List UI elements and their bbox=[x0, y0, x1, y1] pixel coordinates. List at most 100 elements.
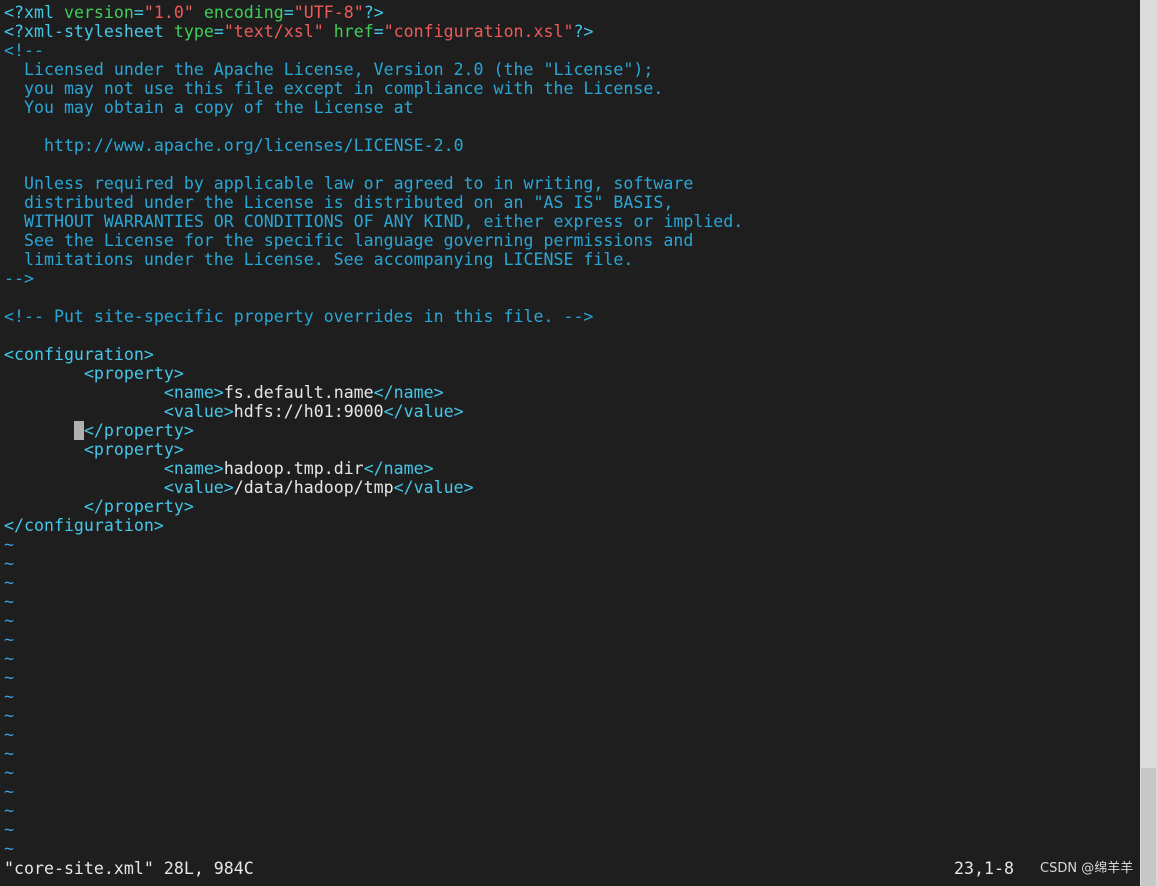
code-token: ~ bbox=[4, 782, 14, 801]
code-token: <configuration> bbox=[4, 345, 154, 364]
empty-buffer-line[interactable]: ~ bbox=[4, 668, 743, 687]
code-token: distributed under the License is distrib… bbox=[4, 193, 674, 212]
code-line[interactable]: </configuration> bbox=[4, 516, 743, 535]
code-token: ~ bbox=[4, 725, 14, 744]
code-token: </configuration> bbox=[4, 516, 164, 535]
code-token: </property> bbox=[83, 421, 194, 440]
empty-buffer-line[interactable]: ~ bbox=[4, 725, 743, 744]
code-token: = bbox=[133, 3, 144, 22]
code-token: See the License for the specific languag… bbox=[4, 231, 694, 250]
empty-buffer-line[interactable]: ~ bbox=[4, 763, 743, 782]
code-token: ~ bbox=[4, 839, 14, 858]
code-line[interactable]: <configuration> bbox=[4, 345, 743, 364]
csdn-watermark: CSDN @绵羊羊 bbox=[1040, 861, 1134, 876]
code-line[interactable]: </property> bbox=[4, 497, 743, 516]
code-token: "text/xsl" bbox=[223, 22, 324, 41]
code-line[interactable]: Unless required by applicable law or agr… bbox=[4, 174, 743, 193]
code-line[interactable]: distributed under the License is distrib… bbox=[4, 193, 743, 212]
code-line[interactable]: limitations under the License. See accom… bbox=[4, 250, 743, 269]
code-token: "configuration.xsl" bbox=[383, 22, 574, 41]
empty-buffer-line[interactable]: ~ bbox=[4, 839, 743, 858]
code-token: ~ bbox=[4, 706, 14, 725]
scrollbar-thumb[interactable] bbox=[1141, 768, 1156, 886]
empty-buffer-line[interactable]: ~ bbox=[4, 744, 743, 763]
code-token: ~ bbox=[4, 668, 14, 687]
code-token: "1.0" bbox=[143, 3, 194, 22]
vertical-scrollbar[interactable] bbox=[1140, 0, 1157, 886]
code-line[interactable]: <!-- Put site-specific property override… bbox=[4, 307, 743, 326]
empty-buffer-line[interactable]: ~ bbox=[4, 706, 743, 725]
code-line[interactable] bbox=[4, 155, 743, 174]
code-line[interactable]: <name>fs.default.name</name> bbox=[4, 383, 743, 402]
editor-buffer[interactable]: <?xml version="1.0" encoding="UTF-8"?> <?… bbox=[4, 3, 743, 858]
code-token: <property> bbox=[83, 364, 184, 383]
code-token: version bbox=[63, 3, 134, 22]
code-token: xml-stylesheet bbox=[23, 22, 174, 41]
code-line[interactable]: <?xml version="1.0" encoding="UTF-8"?> bbox=[4, 3, 743, 22]
empty-buffer-line[interactable]: ~ bbox=[4, 782, 743, 801]
code-token: limitations under the License. See accom… bbox=[4, 250, 634, 269]
code-token: = bbox=[283, 3, 294, 22]
code-line[interactable]: See the License for the specific languag… bbox=[4, 231, 743, 250]
code-line[interactable] bbox=[4, 288, 743, 307]
code-token: hdfs://h01:9000 bbox=[233, 402, 384, 421]
empty-buffer-line[interactable]: ~ bbox=[4, 535, 743, 554]
code-token: ~ bbox=[4, 573, 14, 592]
code-line[interactable] bbox=[4, 117, 743, 136]
text-cursor bbox=[73, 421, 84, 440]
code-token: ~ bbox=[4, 592, 14, 611]
code-line[interactable]: <property> bbox=[4, 440, 743, 459]
empty-buffer-line[interactable]: ~ bbox=[4, 630, 743, 649]
code-token: <!-- Put site-specific property override… bbox=[4, 307, 594, 326]
code-line[interactable]: Licensed under the Apache License, Versi… bbox=[4, 60, 743, 79]
code-token: <name> bbox=[163, 383, 224, 402]
code-line[interactable]: <property> bbox=[4, 364, 743, 383]
empty-buffer-line[interactable]: ~ bbox=[4, 820, 743, 839]
code-line[interactable]: you may not use this file except in comp… bbox=[4, 79, 743, 98]
code-token: <value> bbox=[163, 402, 234, 421]
code-line[interactable]: --> bbox=[4, 269, 743, 288]
status-file-info: "core-site.xml" 28L, 984C bbox=[4, 859, 254, 878]
empty-buffer-line[interactable]: ~ bbox=[4, 573, 743, 592]
empty-buffer-line[interactable]: ~ bbox=[4, 687, 743, 706]
vim-status-line: "core-site.xml" 28L, 984C 23,1-8 bbox=[0, 858, 1140, 880]
code-line[interactable]: </property> bbox=[4, 421, 743, 440]
code-token: ?> bbox=[573, 22, 594, 41]
empty-buffer-line[interactable]: ~ bbox=[4, 611, 743, 630]
code-token: </value> bbox=[383, 402, 464, 421]
code-line[interactable]: <value>hdfs://h01:9000</value> bbox=[4, 402, 743, 421]
code-token: ~ bbox=[4, 535, 14, 554]
code-token: <? bbox=[4, 3, 24, 22]
empty-buffer-line[interactable]: ~ bbox=[4, 801, 743, 820]
code-token: <property> bbox=[83, 440, 184, 459]
code-token: xml bbox=[23, 3, 64, 22]
code-line[interactable]: <name>hadoop.tmp.dir</name> bbox=[4, 459, 743, 478]
empty-buffer-line[interactable]: ~ bbox=[4, 554, 743, 573]
code-token: ~ bbox=[4, 801, 14, 820]
code-token: </property> bbox=[83, 497, 194, 516]
terminal-window[interactable]: <?xml version="1.0" encoding="UTF-8"?> <?… bbox=[0, 0, 1140, 886]
code-line[interactable]: You may obtain a copy of the License at bbox=[4, 98, 743, 117]
code-line[interactable]: <value>/data/hadoop/tmp</value> bbox=[4, 478, 743, 497]
code-line[interactable]: WITHOUT WARRANTIES OR CONDITIONS OF ANY … bbox=[4, 212, 743, 231]
code-token: ~ bbox=[4, 649, 14, 668]
code-token: Unless required by applicable law or agr… bbox=[4, 174, 694, 193]
code-token: </name> bbox=[373, 383, 444, 402]
code-token: <value> bbox=[163, 478, 234, 497]
code-token: fs.default.name bbox=[223, 383, 374, 402]
code-line[interactable]: http://www.apache.org/licenses/LICENSE-2… bbox=[4, 136, 743, 155]
empty-buffer-line[interactable]: ~ bbox=[4, 649, 743, 668]
code-token: encoding bbox=[203, 3, 284, 22]
code-token: WITHOUT WARRANTIES OR CONDITIONS OF ANY … bbox=[4, 212, 744, 231]
code-line[interactable] bbox=[4, 326, 743, 345]
empty-buffer-line[interactable]: ~ bbox=[4, 592, 743, 611]
code-line[interactable]: <!-- bbox=[4, 41, 743, 60]
code-line[interactable]: <?xml-stylesheet type="text/xsl" href="c… bbox=[4, 22, 743, 41]
